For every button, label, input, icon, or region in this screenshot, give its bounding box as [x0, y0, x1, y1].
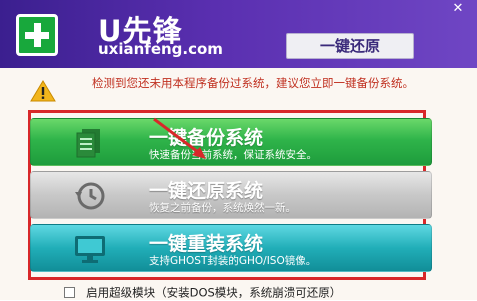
restore-system-button[interactable]: 一键还原系统 恢复之前备份，系统焕然一新。: [30, 171, 432, 219]
super-module-checkbox[interactable]: [64, 287, 75, 298]
reinstall-system-button[interactable]: 一键重装系统 支持GHOST封装的GHO/ISO镜像。: [30, 224, 432, 272]
title-bar: U先锋 uxianfeng.com 一键还原 ✕: [0, 0, 477, 68]
history-icon: [75, 182, 105, 210]
restore-desc: 恢复之前备份，系统焕然一新。: [149, 202, 296, 214]
backup-system-button[interactable]: 一键备份系统 快速备份当前系统，保证系统安全。: [30, 118, 432, 166]
main-window: U先锋 uxianfeng.com 一键还原 ✕ 检测到您还未用本程序备份过系统…: [0, 0, 477, 300]
close-button[interactable]: ✕: [445, 2, 471, 16]
monitor-icon: [75, 236, 105, 263]
backup-desc: 快速备份当前系统，保证系统安全。: [149, 149, 317, 161]
super-module-option[interactable]: 启用超级模块（安装DOS模块，系统崩溃可还原）: [64, 282, 342, 300]
reinstall-title: 一键重装系统: [149, 233, 264, 255]
plus-logo-icon: [16, 14, 58, 56]
reinstall-desc: 支持GHOST封装的GHO/ISO镜像。: [149, 255, 317, 267]
restore-title: 一键还原系统: [149, 180, 264, 202]
super-module-label: 启用超级模块（安装DOS模块，系统崩溃可还原）: [86, 285, 342, 300]
restore-tab-button[interactable]: 一键还原: [286, 33, 414, 59]
warning-icon: [30, 80, 56, 102]
warning-message: 检测到您还未用本程序备份过系统，建议您立即一键备份系统。: [92, 76, 414, 90]
app-url: uxianfeng.com: [98, 40, 223, 58]
document-icon: [76, 129, 100, 158]
backup-title: 一键备份系统: [149, 127, 264, 149]
